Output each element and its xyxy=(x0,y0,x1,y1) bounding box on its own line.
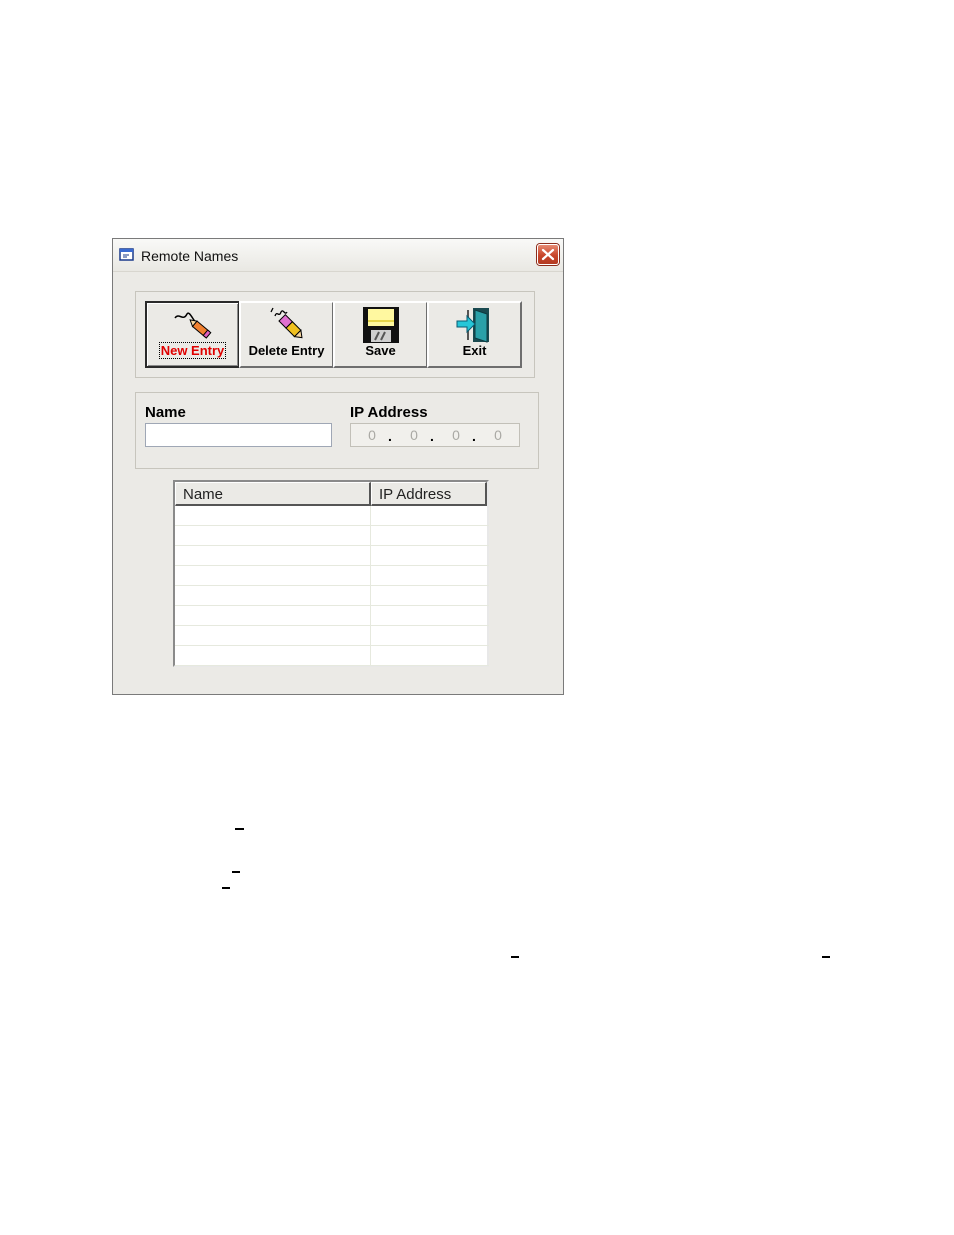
delete-entry-label: Delete Entry xyxy=(248,343,325,358)
table-row[interactable] xyxy=(175,526,489,546)
pencil-draw-icon xyxy=(173,312,211,339)
remote-names-window: Remote Names New Entry Delete Entry Save… xyxy=(112,238,564,695)
name-input[interactable] xyxy=(145,423,332,447)
entry-group: Name IP Address 0 . 0 . 0 . 0 xyxy=(135,392,539,469)
close-icon xyxy=(541,248,555,261)
column-header-name[interactable]: Name xyxy=(175,482,371,506)
ip-dot: . xyxy=(430,428,434,444)
table-row[interactable] xyxy=(175,566,489,586)
underline-mark xyxy=(232,871,240,873)
ip-octet-1[interactable]: 0 xyxy=(365,427,379,443)
underline-mark xyxy=(511,956,519,958)
window-icon xyxy=(119,248,134,261)
underline-mark xyxy=(222,887,230,889)
ip-octet-2[interactable]: 0 xyxy=(407,427,421,443)
ip-dot: . xyxy=(472,428,476,444)
title-bar[interactable]: Remote Names xyxy=(113,239,563,272)
table-row[interactable] xyxy=(175,506,489,526)
exit-button[interactable]: Exit xyxy=(427,301,522,368)
remote-names-list[interactable]: Name IP Address xyxy=(173,480,489,667)
exit-door-icon xyxy=(456,308,489,343)
save-label: Save xyxy=(365,343,396,358)
ip-address-input[interactable]: 0 . 0 . 0 . 0 xyxy=(350,423,520,447)
column-header-ip-address[interactable]: IP Address xyxy=(371,482,487,506)
table-row[interactable] xyxy=(175,626,489,646)
floppy-disk-icon xyxy=(362,307,399,343)
table-row[interactable] xyxy=(175,586,489,606)
table-row[interactable] xyxy=(175,646,489,666)
close-button[interactable] xyxy=(537,244,559,265)
exit-label: Exit xyxy=(462,343,487,358)
pencil-eraser-icon xyxy=(269,307,303,339)
name-label: Name xyxy=(145,404,186,421)
underline-mark xyxy=(235,828,244,830)
underline-mark xyxy=(822,956,830,958)
ip-octet-3[interactable]: 0 xyxy=(449,427,463,443)
table-row[interactable] xyxy=(175,546,489,566)
toolbar-group: New Entry Delete Entry Save Exit xyxy=(135,291,535,378)
ip-octet-4[interactable]: 0 xyxy=(491,427,505,443)
ip-dot: . xyxy=(388,428,392,444)
table-row[interactable] xyxy=(175,606,489,626)
window-title: Remote Names xyxy=(141,248,239,264)
ip-address-label: IP Address xyxy=(350,404,428,421)
new-entry-label: New Entry xyxy=(158,342,227,359)
delete-entry-button[interactable]: Delete Entry xyxy=(239,301,334,368)
save-button[interactable]: Save xyxy=(333,301,428,368)
new-entry-button[interactable]: New Entry xyxy=(145,301,240,368)
list-header: Name IP Address xyxy=(175,482,487,506)
